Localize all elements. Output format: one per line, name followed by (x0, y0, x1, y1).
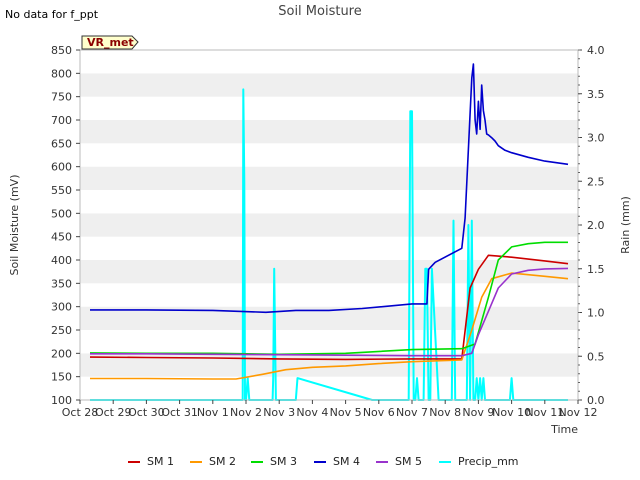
grid-bands (80, 50, 578, 400)
y2-tick-label: 1.5 (587, 263, 605, 276)
legend-item: SM 4 (314, 455, 360, 468)
legend-item: SM 3 (251, 455, 297, 468)
y-tick-label: 750 (51, 91, 72, 104)
y-tick-label: 800 (51, 67, 72, 80)
y2-tick-label: 3.5 (587, 88, 605, 101)
x-tick-label: Oct 28 (62, 406, 99, 419)
no-data-note: No data for f_ppt (5, 8, 99, 21)
y2-tick-label: 3.0 (587, 132, 605, 145)
chart-title: Soil Moisture (278, 4, 362, 19)
soil-moisture-chart: No data for f_ppt Soil Moisture 10015020… (5, 4, 632, 468)
legend: SM 1 SM 2 SM 3 SM 4 SM 5 Precip_mm (128, 455, 519, 468)
y2-tick-label: 1.0 (587, 307, 605, 320)
y-tick-label: 550 (51, 184, 72, 197)
y-tick-label: 350 (51, 277, 72, 290)
grid-band (80, 50, 578, 74)
y-axis-title: Soil Moisture (mV) (8, 175, 21, 276)
y-axis-ticks: 1001502002503003504004505005506006507007… (51, 44, 80, 407)
y-tick-label: 850 (51, 44, 72, 57)
legend-item: SM 1 (128, 455, 174, 468)
grid-band (80, 143, 578, 167)
grid-band (80, 213, 578, 237)
legend-label: SM 4 (333, 455, 360, 468)
x-axis-title: Time (550, 423, 578, 436)
x-tick-label: Nov 5 (330, 406, 362, 419)
legend-label: SM 2 (209, 455, 236, 468)
y-tick-label: 450 (51, 231, 72, 244)
legend-item: Precip_mm (439, 455, 519, 468)
x-tick-label: Nov 3 (263, 406, 295, 419)
x-tick-label: Oct 30 (128, 406, 165, 419)
grid-band (80, 330, 578, 354)
grid-band (80, 283, 578, 307)
legend-label: SM 3 (270, 455, 297, 468)
y-tick-label: 500 (51, 207, 72, 220)
legend-label: Precip_mm (458, 455, 519, 468)
y2-axis-ticks: 0.00.51.01.52.02.53.03.54.0 (578, 44, 605, 407)
station-badge: VR_met (81, 35, 139, 50)
x-tick-label: Nov 9 (462, 406, 494, 419)
grid-band (80, 166, 578, 190)
x-axis-ticks: Oct 28Oct 29Oct 30Oct 31Nov 1 Nov 2 Nov 3N… (62, 400, 598, 419)
y2-tick-label: 2.5 (587, 175, 605, 188)
grid-band (80, 190, 578, 214)
x-tick-label: Nov 4 (296, 406, 328, 419)
x-tick-label: Nov 6 (363, 406, 395, 419)
y-tick-label: 200 (51, 347, 72, 360)
grid-band (80, 73, 578, 97)
x-tick-label: Nov 2 (230, 406, 262, 419)
x-tick-label: Nov 12 (559, 406, 598, 419)
y2-tick-label: 2.0 (587, 219, 605, 232)
y-tick-label: 400 (51, 254, 72, 267)
y2-tick-label: 4.0 (587, 44, 605, 57)
y-tick-label: 600 (51, 161, 72, 174)
y-tick-label: 150 (51, 371, 72, 384)
y-tick-label: 250 (51, 324, 72, 337)
x-tick-label: Nov 8 (429, 406, 461, 419)
grid-band (80, 96, 578, 120)
grid-band (80, 260, 578, 284)
y-tick-label: 700 (51, 114, 72, 127)
x-tick-label: Nov 7 (396, 406, 428, 419)
legend-label: SM 5 (395, 455, 422, 468)
x-tick-label: Nov 1 (197, 406, 229, 419)
grid-band (80, 120, 578, 144)
y-tick-label: 300 (51, 301, 72, 314)
station-badge-label: VR_met (87, 36, 134, 49)
legend-item: SM 5 (376, 455, 422, 468)
x-tick-label: Oct 29 (95, 406, 132, 419)
legend-item: SM 2 (190, 455, 236, 468)
y-tick-label: 650 (51, 137, 72, 150)
legend-label: SM 1 (147, 455, 174, 468)
x-tick-label: Oct 31 (161, 406, 198, 419)
y2-tick-label: 0.5 (587, 350, 605, 363)
y2-axis-title: Rain (mm) (619, 196, 632, 254)
